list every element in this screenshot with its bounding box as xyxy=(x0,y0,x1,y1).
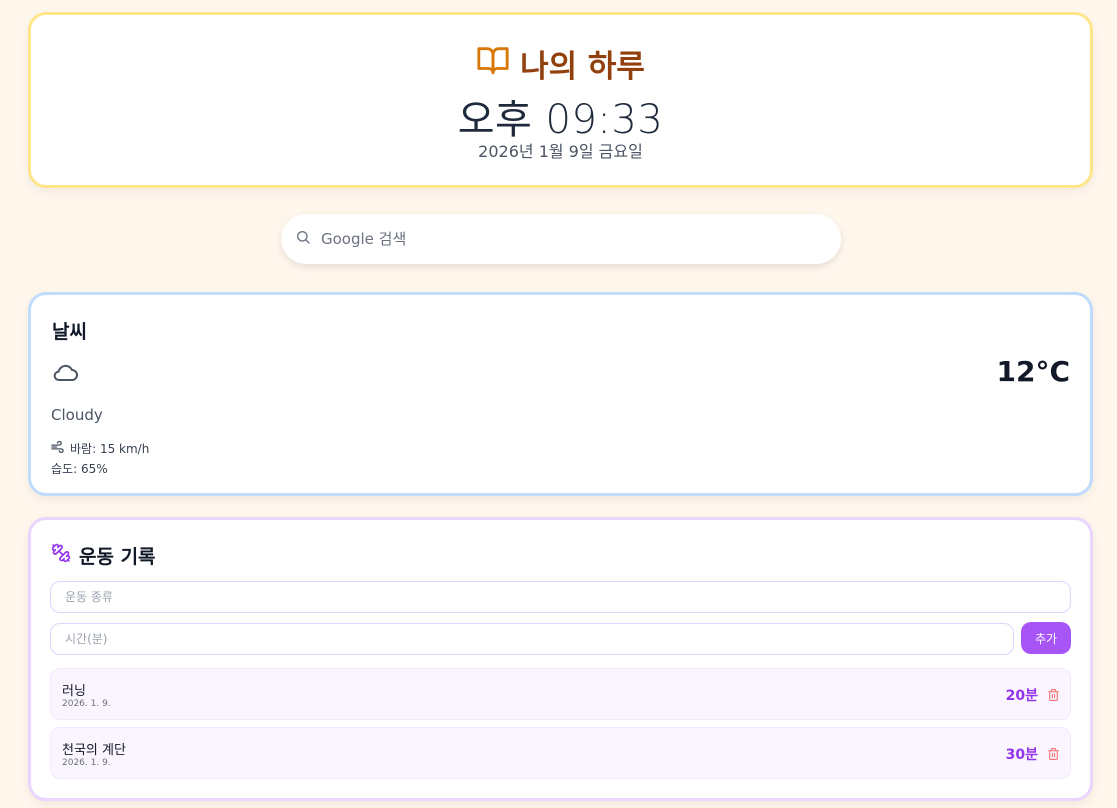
weather-wind: 바람: 15 km/h xyxy=(70,442,150,456)
exercise-item-name: 러닝 xyxy=(62,684,86,699)
header-title-row: 나의 하루 xyxy=(31,41,1090,86)
book-open-icon xyxy=(476,43,510,85)
header-card: 나의 하루 오후 09:33 2026년 1월 9일 금요일 xyxy=(28,12,1093,188)
exercise-list-item: 러닝 2026. 1. 9. 20분 xyxy=(50,668,1071,720)
exercise-list-item: 천국의 계단 2026. 1. 9. 30분 xyxy=(50,727,1071,779)
clock-date: 2026년 1월 9일 금요일 xyxy=(478,142,643,161)
exercise-title-row: 운동 기록 xyxy=(51,542,156,569)
exercise-type-input[interactable] xyxy=(50,581,1071,613)
weather-title: 날씨 xyxy=(52,321,87,343)
exercise-item-duration: 20분 xyxy=(1005,688,1038,704)
exercise-item-date: 2026. 1. 9. xyxy=(62,758,111,768)
exercise-item-duration: 30분 xyxy=(1005,747,1038,763)
wind-icon xyxy=(51,440,64,456)
weather-humidity: 습도: 65% xyxy=(51,462,108,476)
cloud-icon xyxy=(51,361,79,383)
weather-condition: Cloudy xyxy=(51,406,103,424)
exercise-minutes-input[interactable] xyxy=(50,623,1014,655)
weather-card: 날씨 12°C Cloudy 바람: 15 km/h 습도: 65% xyxy=(28,292,1093,496)
exercise-title: 운동 기록 xyxy=(79,546,156,568)
exercise-item-date: 2026. 1. 9. xyxy=(62,699,111,709)
exercise-item-name: 천국의 계단 xyxy=(62,743,126,758)
weather-wind-row: 바람: 15 km/h xyxy=(51,440,149,457)
page-title: 나의 하루 xyxy=(520,49,645,85)
trash-icon[interactable] xyxy=(1047,746,1060,760)
search-icon xyxy=(295,229,321,249)
search-bar[interactable] xyxy=(281,214,841,264)
clock-time: 오후 09:33 xyxy=(457,97,664,143)
trash-icon[interactable] xyxy=(1047,687,1060,701)
add-exercise-button[interactable]: 추가 xyxy=(1021,622,1071,654)
search-input[interactable] xyxy=(321,230,801,248)
exercise-card: 운동 기록 추가 러닝 2026. 1. 9. 20분 천국의 계단 2026.… xyxy=(28,517,1093,801)
dumbbell-icon xyxy=(51,543,71,568)
weather-temperature: 12°C xyxy=(996,355,1070,388)
